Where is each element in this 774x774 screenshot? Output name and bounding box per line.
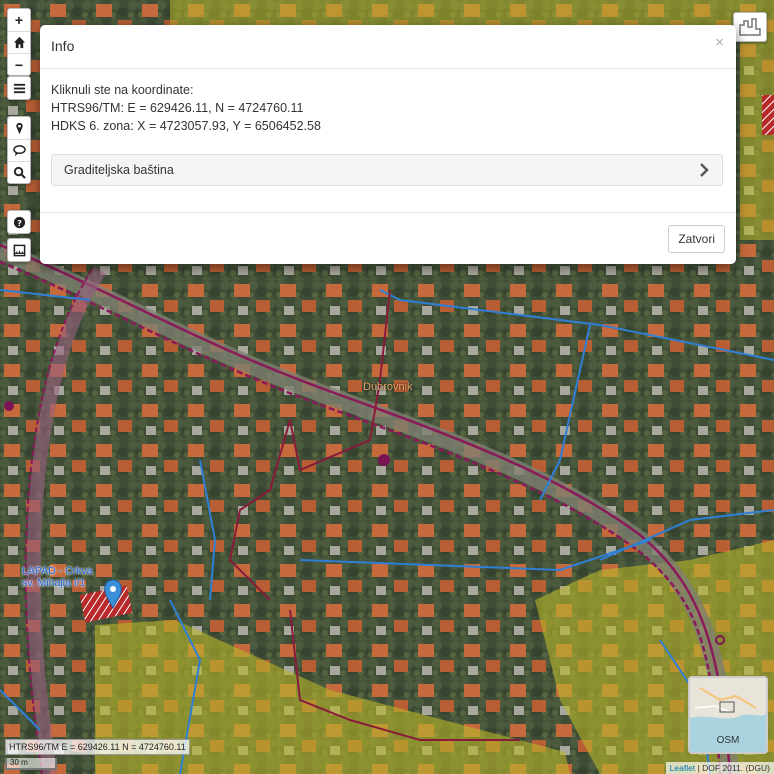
buildings-icon	[739, 18, 761, 36]
heritage-parcel-top-right	[762, 95, 774, 135]
comment-button[interactable]	[8, 139, 30, 161]
svg-text:?: ?	[17, 217, 22, 227]
menu-icon	[13, 83, 25, 93]
zoom-in-button[interactable]: +	[8, 9, 30, 31]
measure-icon	[13, 244, 25, 256]
modal-close-icon[interactable]: ×	[715, 34, 724, 51]
tools-control	[7, 116, 31, 184]
home-button[interactable]	[8, 31, 30, 53]
marker-icon	[15, 122, 23, 134]
modal-header: Info ×	[40, 25, 736, 69]
left-dot	[4, 401, 14, 411]
coordinates-intro: Kliknuli ste na koordinate:	[51, 83, 194, 97]
modal-body: Kliknuli ste na koordinate: HTRS96/TM: E…	[51, 81, 725, 135]
help-control: ?	[7, 210, 31, 234]
city-label: Dubrovnik	[363, 381, 413, 393]
measure-control	[7, 238, 31, 262]
hdks-coordinates: HDKS 6. zona: X = 4723057.93, Y = 650645…	[51, 119, 321, 133]
modal-title: Info	[51, 38, 75, 54]
search-icon	[13, 166, 26, 179]
measure-button[interactable]	[8, 239, 30, 261]
info-modal: Info × Kliknuli ste na koordinate: HTRS9…	[40, 25, 736, 264]
comment-icon	[12, 145, 26, 157]
scale-bar: 30 m	[5, 758, 57, 770]
menu-button[interactable]	[8, 77, 30, 99]
minimap[interactable]: OSM	[688, 676, 768, 754]
layers-menu-control	[7, 76, 31, 100]
home-icon	[13, 36, 25, 49]
accordion-heritage-label: Graditeljska baština	[64, 163, 174, 177]
minimap-label: OSM	[716, 735, 740, 746]
basemap-switch-button[interactable]	[733, 12, 767, 42]
help-icon: ?	[13, 216, 25, 228]
close-button[interactable]: Zatvori	[668, 225, 725, 253]
modal-footer: Zatvori	[40, 212, 736, 264]
poi-label-line1: LAPAD - Crkva	[22, 565, 93, 577]
coordinate-readout: HTRS96/TM E = 629426.11 N = 4724760.11	[5, 739, 190, 755]
htrs-coordinates: HTRS96/TM: E = 629426.11, N = 4724760.11	[51, 101, 304, 115]
marker-button[interactable]	[8, 117, 30, 139]
attribution: Leaflet | DOF 2011. (DGU)	[665, 762, 774, 774]
poi-label-line2: sv. Mihajla I/1	[22, 577, 86, 589]
poi-label[interactable]: LAPAD - Crkva sv. Mihajla I/1	[22, 565, 92, 589]
zoom-out-button[interactable]: −	[8, 53, 30, 75]
chevron-right-icon	[700, 163, 709, 177]
city-dot	[378, 454, 390, 466]
leaflet-link[interactable]: Leaflet	[670, 763, 696, 773]
zoom-control: + −	[7, 8, 31, 76]
help-button[interactable]: ?	[8, 211, 30, 233]
search-button[interactable]	[8, 161, 30, 183]
accordion-heritage[interactable]: Graditeljska baština	[51, 154, 723, 186]
attribution-text: | DOF 2011. (DGU)	[695, 763, 770, 773]
